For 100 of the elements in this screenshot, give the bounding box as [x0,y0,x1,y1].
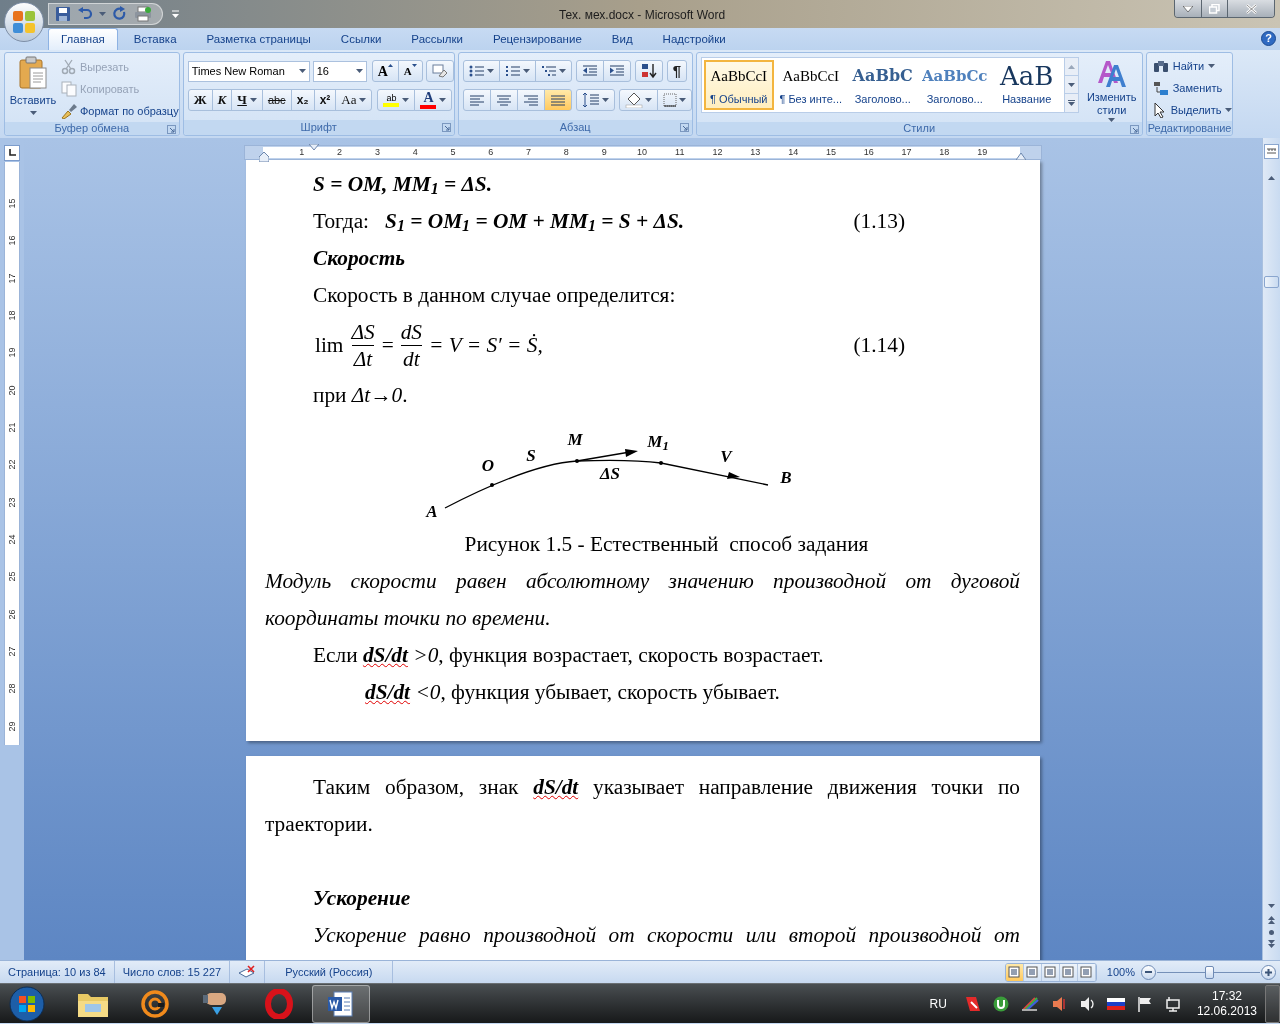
ribbon-tab[interactable]: Вставка [119,30,191,50]
keyboard-language[interactable]: RU [929,994,947,1013]
eraser-icon [431,64,448,78]
show-desktop-button[interactable] [1265,984,1280,1023]
save-icon[interactable] [55,6,71,22]
clipboard-command[interactable]: Формат по образцу [61,100,179,122]
action-center-flag-icon[interactable] [1136,995,1153,1012]
left-indent-marker[interactable] [259,152,269,162]
office-button[interactable] [4,2,44,42]
view-ruler-button[interactable] [1264,144,1279,159]
decrease-indent-button[interactable] [575,60,604,82]
ruler-number: 23 [7,497,17,508]
clear-formatting-button[interactable] [425,60,454,82]
ruler-number: 14 [788,146,799,159]
shading-button[interactable] [618,89,658,111]
style-tile[interactable]: AaBbCcI ¶ Без инте... [775,60,846,110]
scroll-thumb[interactable] [1264,276,1279,288]
torrent-icon[interactable] [992,995,1009,1012]
format-button[interactable]: Ж [187,89,213,111]
zoom-out-button[interactable] [1141,964,1156,980]
view-button[interactable] [1059,963,1078,981]
ribbon-tab[interactable]: Рассылки [397,30,477,50]
point-label: O [481,456,495,474]
style-tile[interactable]: AaBbC Заголово... [847,60,918,110]
style-tile[interactable]: AaBbCc Заголово... [919,60,990,110]
network-icon[interactable] [1164,995,1181,1012]
restore-button[interactable] [1202,0,1228,17]
dialog-launcher-icon[interactable] [1129,125,1139,134]
ruler-number: 22 [7,459,17,470]
ribbon-tab[interactable]: Разметка страницы [192,30,325,50]
view-button[interactable] [1077,963,1096,981]
dialog-launcher-icon[interactable] [441,123,451,132]
change-styles-button[interactable]: Изменить стили [1081,57,1142,122]
show-marks-button[interactable]: ¶ [666,60,688,82]
font-color-button[interactable]: A [414,89,453,111]
ribbon-tab[interactable]: Надстройки [648,30,740,50]
borders-button[interactable] [656,89,692,111]
alignment-icon [495,93,512,107]
undo-icon[interactable] [77,6,93,22]
ribbon-tab[interactable]: Вид [597,30,647,50]
customize-toolbar-icon[interactable] [171,9,180,19]
style-tile[interactable]: AaB Название [991,60,1062,110]
shrink-font-button[interactable]: A [397,60,423,82]
font-size-dropdown[interactable]: 16 [312,60,367,82]
format-button[interactable]: Ч [231,89,263,111]
bullets-button[interactable] [462,60,500,82]
multilevel-list-button[interactable] [534,60,572,82]
editing-command[interactable]: Заменить [1152,77,1233,99]
tab-selector[interactable] [4,145,20,161]
zoom-slider[interactable] [1157,964,1260,980]
sort-button[interactable] [634,60,663,82]
ribbon-tab[interactable]: Рецензирование [479,30,596,50]
flag-icon[interactable] [1106,997,1125,1010]
copy-icon [61,81,77,97]
zoom-level[interactable]: 100% [1106,963,1135,981]
clipboard-icon [18,56,48,90]
format-button[interactable]: abc [261,89,292,111]
spelling-check-icon[interactable] [238,965,257,979]
highlight-button[interactable]: ab [377,89,416,111]
clock-date[interactable]: 12.06.2013 [1196,1003,1257,1019]
zoom-in-button[interactable] [1261,964,1276,980]
ribbon-tab[interactable]: Ссылки [326,30,396,50]
align-button[interactable] [516,89,545,111]
align-button[interactable] [462,89,491,111]
minimize-button[interactable] [1175,0,1202,17]
first-line-indent-marker[interactable] [309,144,319,151]
view-button[interactable] [1005,963,1024,981]
view-button[interactable] [1023,963,1042,981]
dialog-launcher-icon[interactable] [166,125,176,134]
editing-command[interactable]: Выделить [1152,99,1233,121]
style-preview: AaBbCcI [782,67,840,86]
word-taskbar-icon[interactable] [312,984,370,1023]
group-label: Шрифт [300,122,337,133]
font-name-dropdown[interactable]: Times New Roman [187,60,310,82]
clock-time[interactable]: 17:32 [1211,988,1242,1004]
formula: S$_{1}$ = OM$_{1}$ = OM + MM$_{1}$ = S + ΔS. [385,207,685,237]
minimize-icon [1183,5,1193,12]
ruler-number: 26 [7,609,17,620]
graphics-tray-icon[interactable] [1020,995,1039,1012]
line-spacing-button[interactable] [575,89,615,111]
shield-icon[interactable] [964,995,981,1012]
grow-font-button[interactable]: A [371,60,399,82]
align-button[interactable] [489,89,518,111]
print-icon[interactable] [134,6,152,22]
caret-icon [359,98,367,102]
style-tile[interactable]: AaBbCcI ¶ Обычный [703,60,774,110]
view-button[interactable] [1041,963,1060,981]
help-button[interactable]: ? [1261,31,1276,46]
align-button[interactable] [543,89,572,111]
caret-icon [1208,64,1216,68]
editing-command[interactable]: Найти [1152,55,1233,77]
format-button[interactable]: x₂ [290,89,315,111]
ribbon-tab[interactable]: Главная [48,28,118,50]
format-button[interactable]: Aa [335,89,373,111]
numbering-button[interactable] [498,60,536,82]
speaker-icon[interactable] [1078,995,1095,1012]
dialog-launcher-icon[interactable] [679,123,689,132]
paste-button[interactable]: Вставить [5,53,61,122]
muted-speaker-icon[interactable] [1050,995,1067,1012]
redo-icon[interactable] [112,6,128,22]
